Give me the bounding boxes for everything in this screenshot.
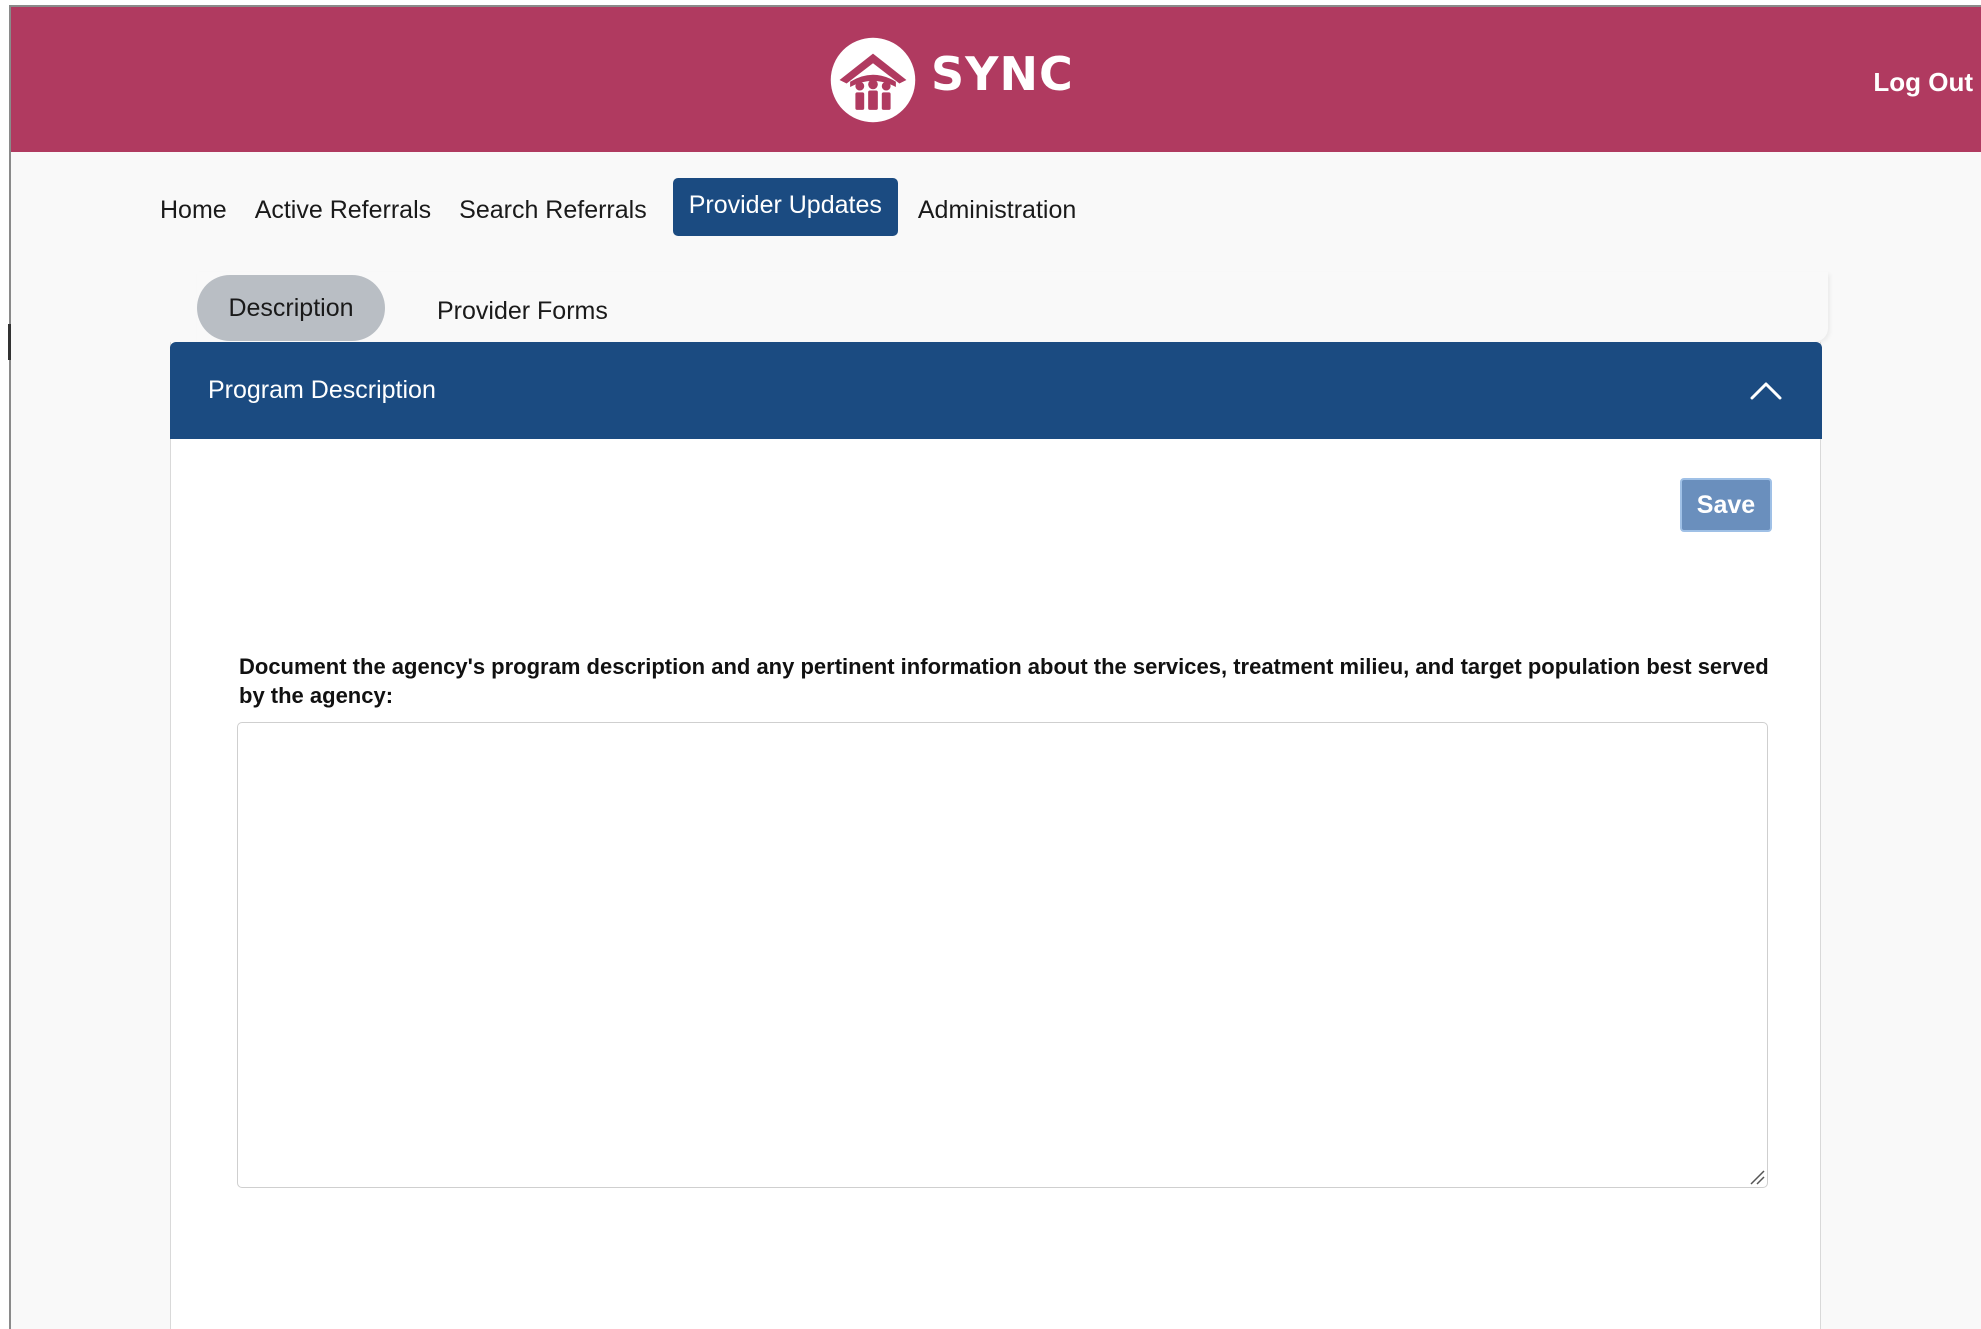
save-button[interactable]: Save — [1680, 478, 1772, 532]
resize-handle-icon[interactable] — [1747, 1167, 1765, 1185]
nav-administration[interactable]: Administration — [904, 181, 1090, 239]
description-prompt-label: Document the agency's program descriptio… — [239, 654, 1769, 708]
house-family-icon — [830, 37, 916, 123]
app-name: SYNC — [931, 47, 1074, 101]
chevron-up-icon[interactable] — [1748, 372, 1784, 408]
logout-link[interactable]: Log Out — [1873, 67, 1973, 98]
program-description-textarea[interactable] — [237, 722, 1768, 1188]
app-window: SYNC Log Out Home Active Referrals Searc… — [9, 5, 1981, 1329]
nav-home[interactable]: Home — [160, 181, 241, 239]
nav-active-referrals[interactable]: Active Referrals — [241, 181, 445, 239]
nav-provider-updates[interactable]: Provider Updates — [672, 178, 898, 236]
program-description-panel: Program Description Save Document the ag… — [170, 342, 1822, 1329]
sub-tabs: Description Provider Forms — [197, 272, 1828, 342]
tab-description[interactable]: Description — [197, 275, 385, 341]
panel-header[interactable]: Program Description — [170, 342, 1822, 439]
main-nav: Home Active Referrals Search Referrals P… — [160, 178, 1090, 240]
window-edge-marker — [8, 324, 11, 360]
nav-search-referrals[interactable]: Search Referrals — [445, 181, 661, 239]
panel-title: Program Description — [208, 376, 436, 404]
tab-provider-forms[interactable]: Provider Forms — [437, 278, 608, 344]
brand: SYNC — [829, 35, 1074, 125]
top-header: SYNC Log Out — [11, 7, 1981, 152]
